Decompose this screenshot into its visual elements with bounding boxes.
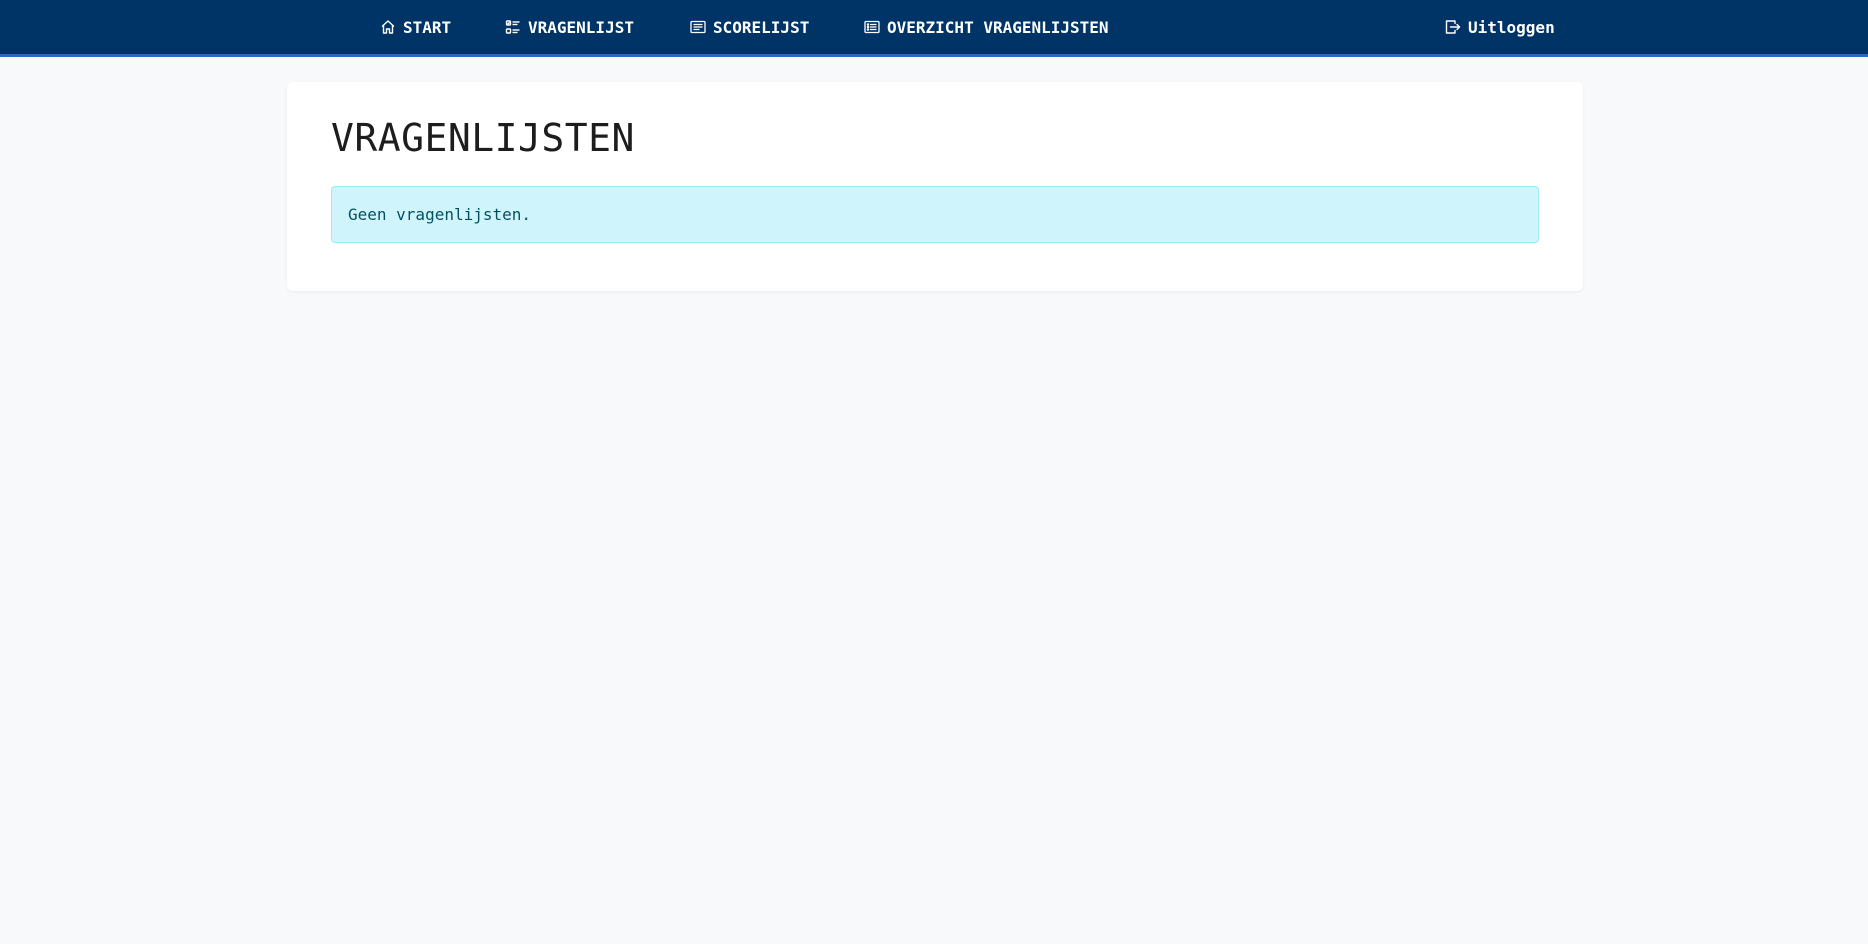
home-icon [379,18,397,36]
nav-item-label: SCORELIJST [713,17,810,37]
logout-label: Uitloggen [1468,17,1555,37]
card-text-icon [689,18,707,36]
nav-item-vragenlijst[interactable]: VRAGENLIJST [504,0,634,54]
nav-item-label: VRAGENLIJST [528,17,634,37]
nav-item-scorelijst[interactable]: SCORELIJST [689,0,809,54]
nav-item-label: OVERZICHT VRAGENLIJSTEN [887,17,1109,37]
empty-state-alert: Geen vragenlijsten. [331,186,1539,243]
page-title: VRAGENLIJSTEN [331,116,635,160]
list-check-icon [504,18,522,36]
alert-text: Geen vragenlijsten. [348,205,532,224]
nav-item-overzicht-vragenlijsten[interactable]: OVERZICHT VRAGENLIJSTEN [863,0,1109,54]
top-navbar: START VRAGENLIJST SCORELIJST OVERZICHT V… [0,0,1868,57]
nav-item-start[interactable]: START [379,0,451,54]
nav-item-label: START [403,17,452,37]
logout-button[interactable]: Uitloggen [1444,0,1555,54]
card-list-icon [863,18,881,36]
logout-icon [1444,18,1462,36]
content-card: VRAGENLIJSTEN Geen vragenlijsten. [287,82,1583,291]
